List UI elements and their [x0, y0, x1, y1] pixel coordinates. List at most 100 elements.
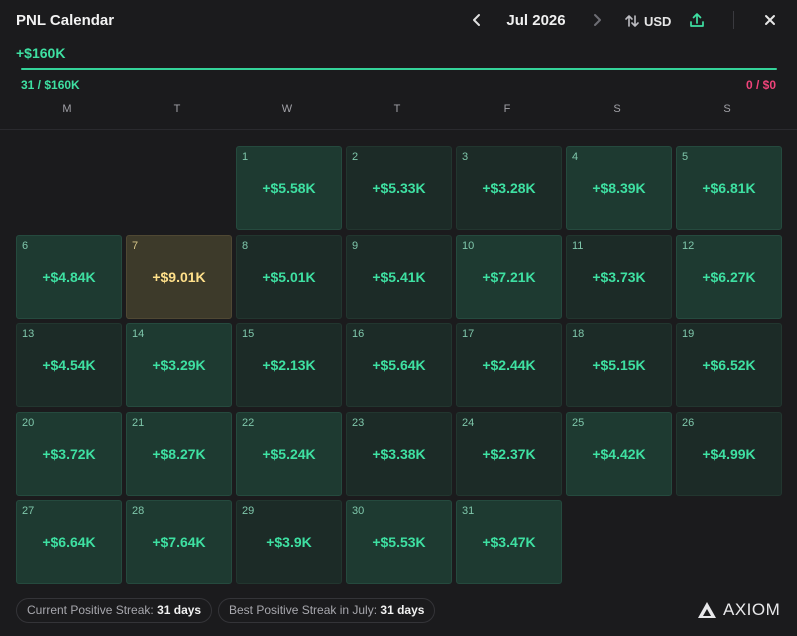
share-button[interactable] [688, 11, 706, 29]
day-number: 9 [352, 240, 359, 252]
brand-name: AXIOM [723, 600, 781, 619]
day-number: 31 [462, 505, 475, 517]
close-icon [765, 15, 775, 25]
day-pnl-value: +$4.99K [702, 446, 756, 462]
day-number: 18 [572, 328, 585, 340]
day-number: 29 [242, 505, 255, 517]
day-pnl-value: +$9.01K [152, 269, 206, 285]
day-pnl-value: +$3.72K [42, 446, 96, 462]
day-pnl-value: +$3.9K [266, 534, 312, 550]
calendar-day-cell[interactable]: 25 +$4.42K [566, 412, 672, 496]
calendar-day-cell[interactable]: 27 +$6.64K [16, 500, 122, 584]
currency-toggle-button[interactable]: USD [624, 11, 671, 31]
win-loss-bar [21, 68, 777, 70]
header-divider [733, 11, 734, 29]
day-number: 25 [572, 417, 585, 429]
day-number: 24 [462, 417, 475, 429]
day-pnl-value: +$6.27K [702, 269, 756, 285]
calendar-day-cell[interactable]: 4 +$8.39K [566, 146, 672, 230]
day-number: 12 [682, 240, 695, 252]
day-pnl-value: +$5.58K [262, 180, 316, 196]
day-pnl-value: +$3.28K [482, 180, 536, 196]
weekday-label: S [723, 103, 731, 115]
calendar-day-cell[interactable]: 19 +$6.52K [676, 323, 782, 407]
calendar-day-cell[interactable]: 2 +$5.33K [346, 146, 452, 230]
calendar-day-cell[interactable]: 3 +$3.28K [456, 146, 562, 230]
weekday-label: T [173, 103, 181, 115]
calendar-day-cell[interactable]: 31 +$3.47K [456, 500, 562, 584]
calendar-day-cell[interactable]: 17 +$2.44K [456, 323, 562, 407]
day-pnl-value: +$8.27K [152, 446, 206, 462]
day-pnl-value: +$5.24K [262, 446, 316, 462]
day-pnl-value: +$6.81K [702, 180, 756, 196]
calendar-day-cell[interactable]: 18 +$5.15K [566, 323, 672, 407]
day-pnl-value: +$2.44K [482, 357, 536, 373]
calendar-day-cell[interactable]: 12 +$6.27K [676, 235, 782, 319]
day-pnl-value: +$5.64K [372, 357, 426, 373]
day-number: 16 [352, 328, 365, 340]
calendar-day-cell[interactable]: 10 +$7.21K [456, 235, 562, 319]
day-number: 20 [22, 417, 35, 429]
calendar-day-cell[interactable]: 11 +$3.73K [566, 235, 672, 319]
day-number: 30 [352, 505, 365, 517]
best-streak-label: Best Positive Streak in July: [229, 603, 378, 617]
day-pnl-value: +$6.52K [702, 357, 756, 373]
day-number: 6 [22, 240, 29, 252]
calendar-day-cell[interactable]: 26 +$4.99K [676, 412, 782, 496]
month-label: Jul 2026 [506, 12, 566, 29]
weekday-header-row: MTWTFSS [14, 103, 784, 117]
day-pnl-value: +$7.64K [152, 534, 206, 550]
day-number: 26 [682, 417, 695, 429]
day-pnl-value: +$5.53K [372, 534, 426, 550]
day-pnl-value: +$3.38K [372, 446, 426, 462]
day-pnl-value: +$4.54K [42, 357, 96, 373]
calendar-header: PNL Calendar Jul 2026 USD [0, 0, 797, 42]
calendar-day-cell[interactable]: 22 +$5.24K [236, 412, 342, 496]
best-streak-value: 31 days [380, 603, 425, 617]
calendar-day-cell[interactable]: 21 +$8.27K [126, 412, 232, 496]
day-number: 14 [132, 328, 145, 340]
calendar-day-cell[interactable]: 24 +$2.37K [456, 412, 562, 496]
day-number: 21 [132, 417, 145, 429]
calendar-day-cell[interactable]: 8 +$5.01K [236, 235, 342, 319]
current-streak-value: 31 days [157, 603, 202, 617]
calendar-day-cell[interactable]: 28 +$7.64K [126, 500, 232, 584]
calendar-day-cell[interactable]: 7 +$9.01K [126, 235, 232, 319]
day-pnl-value: +$6.64K [42, 534, 96, 550]
prev-month-button[interactable] [468, 10, 486, 30]
day-pnl-value: +$5.01K [262, 269, 316, 285]
calendar-day-cell[interactable]: 5 +$6.81K [676, 146, 782, 230]
day-number: 5 [682, 151, 689, 163]
current-streak-label: Current Positive Streak: [27, 603, 154, 617]
weekday-label: W [281, 103, 293, 115]
calendar-day-cell[interactable]: 6 +$4.84K [16, 235, 122, 319]
day-pnl-value: +$5.33K [372, 180, 426, 196]
day-number: 8 [242, 240, 249, 252]
calendar-day-cell[interactable]: 23 +$3.38K [346, 412, 452, 496]
day-pnl-value: +$5.41K [372, 269, 426, 285]
day-number: 13 [22, 328, 35, 340]
calendar-day-cell[interactable]: 20 +$3.72K [16, 412, 122, 496]
calendar-day-cell[interactable]: 1 +$5.58K [236, 146, 342, 230]
chevron-right-icon [594, 14, 601, 26]
next-month-button[interactable] [588, 10, 606, 30]
day-pnl-value: +$8.39K [592, 180, 646, 196]
day-number: 23 [352, 417, 365, 429]
calendar-day-cell[interactable]: 16 +$5.64K [346, 323, 452, 407]
total-pnl: +$160K [16, 45, 66, 61]
page-title: PNL Calendar [16, 12, 115, 29]
calendar-day-cell[interactable]: 14 +$3.29K [126, 323, 232, 407]
day-number: 27 [22, 505, 35, 517]
day-number: 28 [132, 505, 145, 517]
day-number: 17 [462, 328, 475, 340]
calendar-day-cell[interactable]: 13 +$4.54K [16, 323, 122, 407]
currency-label: USD [644, 13, 672, 29]
calendar-day-cell[interactable]: 9 +$5.41K [346, 235, 452, 319]
weekday-label: T [393, 103, 401, 115]
day-number: 4 [572, 151, 579, 163]
calendar-day-cell[interactable]: 30 +$5.53K [346, 500, 452, 584]
calendar-day-cell[interactable]: 15 +$2.13K [236, 323, 342, 407]
swap-vertical-icon [625, 15, 639, 27]
calendar-day-cell[interactable]: 29 +$3.9K [236, 500, 342, 584]
close-button[interactable] [760, 10, 780, 30]
